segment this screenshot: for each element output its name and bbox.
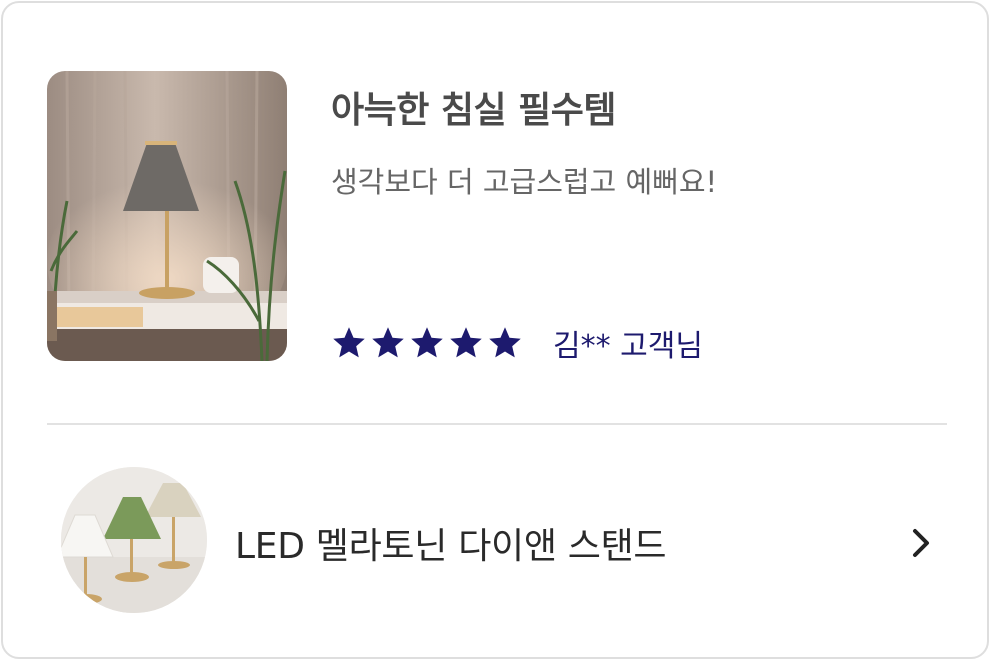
lamp-photo-icon — [47, 71, 287, 361]
star-icon — [489, 327, 521, 358]
star-icon — [333, 327, 365, 358]
reviewer-name: 김** 고객님 — [553, 329, 703, 364]
star-icon — [450, 327, 482, 358]
product-link[interactable]: LED 멜라토닌 다이앤 스탠드 — [61, 467, 941, 615]
divider — [47, 423, 947, 425]
rating-row: 김** 고객님 — [331, 323, 703, 364]
lamps-thumbnail-icon — [61, 467, 207, 613]
chevron-right-icon[interactable] — [907, 525, 935, 561]
star-icon — [372, 327, 404, 358]
review-photo[interactable] — [47, 71, 287, 361]
product-name[interactable]: LED 멜라토닌 다이앤 스탠드 — [235, 517, 667, 569]
review-text: 생각보다 더 고급스럽고 예뻐요! — [331, 165, 718, 199]
review-card: 아늑한 침실 필수템 생각보다 더 고급스럽고 예뻐요! 김** 고객님 LED… — [1, 1, 989, 659]
product-thumbnail[interactable] — [61, 467, 207, 613]
review-section: 아늑한 침실 필수템 생각보다 더 고급스럽고 예뻐요! 김** 고객님 — [47, 71, 947, 364]
star-icon — [411, 327, 443, 358]
review-title: 아늑한 침실 필수템 — [331, 90, 617, 131]
star-rating — [331, 325, 523, 361]
